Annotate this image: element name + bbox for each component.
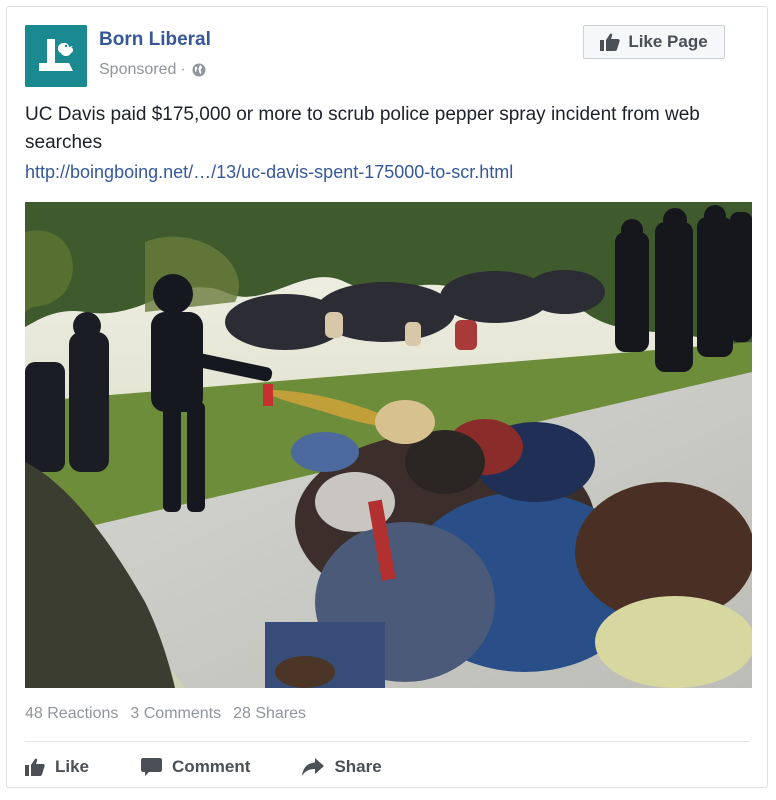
post-link[interactable]: http://boingboing.net/…/13/uc-davis-spen… (25, 160, 513, 184)
like-page-label: Like Page (628, 32, 708, 51)
share-button[interactable]: Share (302, 757, 382, 777)
shares-count[interactable]: 28 Shares (233, 705, 306, 723)
post-photo[interactable] (25, 202, 752, 688)
thumbs-up-icon (600, 33, 620, 51)
comment-label: Comment (172, 757, 251, 776)
like-button[interactable]: Like (25, 757, 89, 777)
like-page-button[interactable]: Like Page (583, 25, 725, 59)
sponsored-label[interactable]: Sponsored (99, 61, 176, 79)
globe-icon (192, 63, 206, 77)
like-label: Like (55, 757, 90, 776)
comment-bubble-icon (141, 758, 163, 776)
photo-police-pepper-spray-protesters-icon (25, 202, 752, 688)
share-arrow-icon (302, 758, 325, 776)
post-text: UC Davis paid $175,000 or more to scrub … (25, 104, 700, 153)
sponsored-meta: Sponsored · (99, 61, 206, 79)
post-stats: 48 Reactions 3 Comments 28 Shares (25, 705, 306, 723)
actions-divider (25, 741, 749, 742)
meta-separator: · (180, 61, 186, 78)
born-liberal-logo-icon (25, 25, 87, 87)
sponsored-post-card: Born Liberal Sponsored · Like Page UC Da… (6, 6, 768, 788)
page-name-link[interactable]: Born Liberal (99, 29, 211, 51)
thumbs-up-icon (25, 758, 45, 776)
post-actions: Like Comment Share (25, 751, 382, 783)
comments-count[interactable]: 3 Comments (130, 705, 221, 723)
post-header: Born Liberal Sponsored · Like Page (25, 25, 749, 89)
reactions-count[interactable]: 48 Reactions (25, 705, 118, 723)
share-label: Share (334, 757, 382, 776)
comment-button[interactable]: Comment (141, 757, 250, 777)
page-avatar[interactable] (25, 25, 87, 87)
